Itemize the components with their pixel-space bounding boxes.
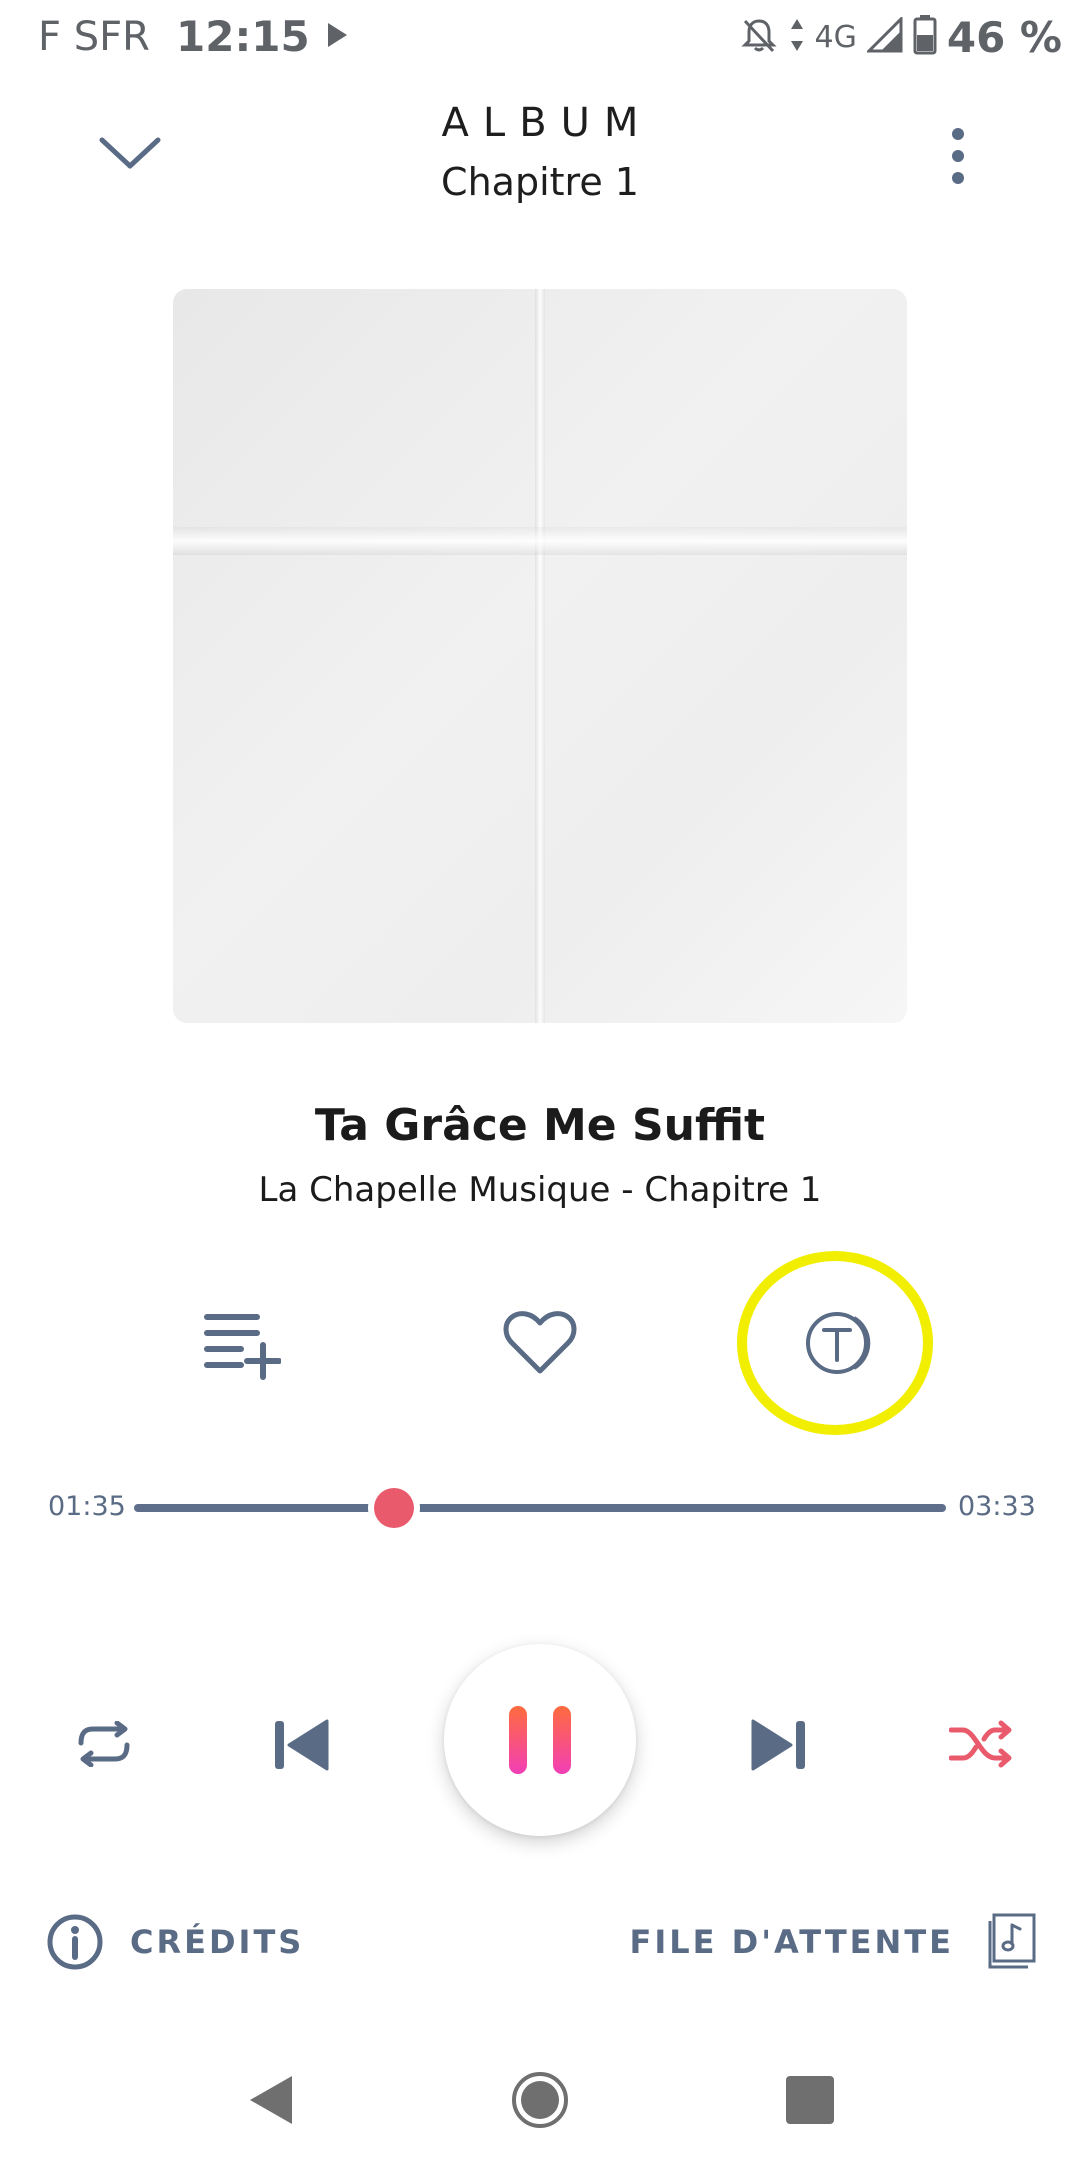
back-triangle-icon: [250, 2076, 292, 2124]
header-subtitle: Chapitre 1: [441, 160, 639, 204]
credits-button[interactable]: CRÉDITS: [46, 1912, 304, 1972]
next-button[interactable]: [744, 1712, 814, 1778]
carrier-name: F SFR: [38, 14, 150, 60]
previous-button[interactable]: [266, 1712, 336, 1778]
data-arrows-icon: [789, 17, 805, 57]
clock: 12:15: [176, 12, 310, 61]
network-type: 4G: [814, 19, 857, 55]
battery-icon: [913, 15, 937, 59]
queue-music-icon: [988, 1913, 1036, 1969]
player-screen: F SFR 12:15 4G 46 % ALBUM Chapitre 1 Ta …: [0, 0, 1080, 2160]
shuffle-button[interactable]: [944, 1716, 1018, 1772]
home-nav-button[interactable]: [500, 2060, 580, 2140]
play-pause-button[interactable]: [444, 1644, 636, 1836]
current-time: 01:35: [48, 1491, 126, 1522]
more-vertical-icon[interactable]: [940, 126, 976, 186]
repeat-icon: [78, 1721, 130, 1767]
total-time: 03:33: [958, 1491, 1036, 1522]
track-title: Ta Grâce Me Suffit: [314, 1100, 766, 1151]
playlist-add-icon: [204, 1314, 281, 1380]
status-bar: F SFR 12:15 4G 46 %: [0, 0, 1080, 74]
back-nav-button[interactable]: [230, 2060, 310, 2140]
home-circle-icon: [512, 2072, 568, 2128]
signal-icon: [865, 15, 903, 57]
recents-square-icon: [786, 2076, 834, 2124]
album-cover: [173, 289, 907, 1023]
pause-icon: [509, 1706, 571, 1774]
skip-next-icon: [751, 1719, 805, 1771]
repeat-button[interactable]: [64, 1716, 144, 1772]
shuffle-icon: [949, 1720, 1012, 1768]
header-title: ALBUM: [441, 100, 653, 146]
credits-label: CRÉDITS: [130, 1923, 305, 1961]
recents-nav-button[interactable]: [770, 2060, 850, 2140]
seek-bar[interactable]: [134, 1504, 946, 1512]
paper-fold-vertical: [535, 289, 545, 1023]
highlight-ring: [737, 1251, 933, 1435]
battery-level: 46 %: [946, 12, 1062, 62]
skip-previous-icon: [275, 1719, 329, 1771]
notifications-off-icon: [739, 15, 779, 59]
paper-fold-horizontal: [173, 527, 907, 555]
heart-icon: [503, 1311, 577, 1374]
track-artist: La Chapelle Musique - Chapitre 1: [258, 1170, 822, 1210]
queue-label: FILE D'ATTENTE: [629, 1923, 954, 1961]
info-icon: [47, 1914, 103, 1970]
queue-button[interactable]: FILE D'ATTENTE: [629, 1910, 1036, 1974]
seek-thumb[interactable]: [373, 1488, 414, 1528]
add-to-playlist-button[interactable]: [196, 1298, 286, 1388]
status-icons: 4G 46 %: [739, 10, 1062, 64]
media-playing-icon: [326, 22, 348, 52]
favorite-button[interactable]: [495, 1298, 585, 1388]
